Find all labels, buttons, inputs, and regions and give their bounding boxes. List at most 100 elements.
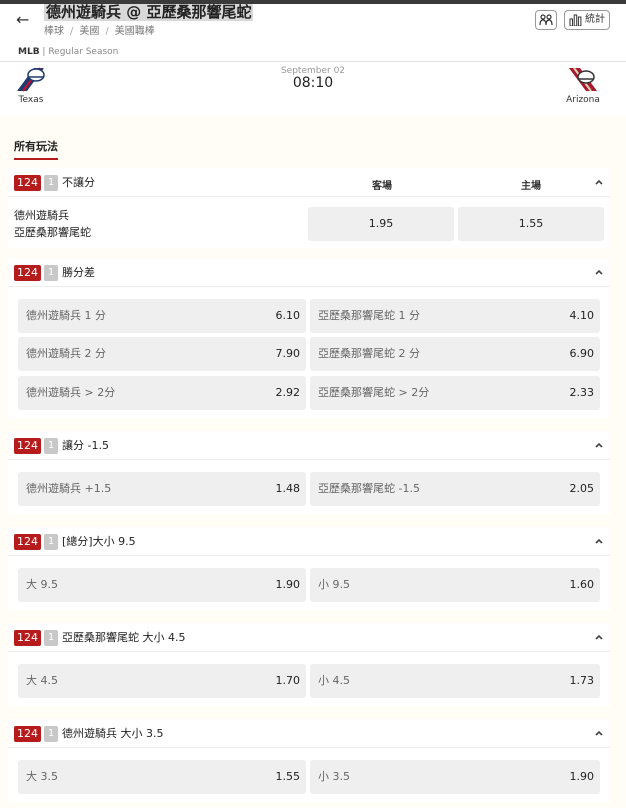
market-texas-total: 124 1 德州遊騎兵 大小 3.5 大 3.5 1.55 小 3.5 1.90: [8, 719, 610, 803]
market-count-badge: 1: [44, 726, 58, 742]
odds-value: 1.48: [275, 482, 301, 495]
market-id-badge: 124: [14, 265, 41, 281]
odds-value: 1.90: [569, 770, 595, 783]
column-header-away: 客場: [372, 181, 392, 192]
chevron-up-icon[interactable]: [594, 729, 604, 737]
odds-button[interactable]: 德州遊騎兵 +1.5 1.48: [18, 472, 306, 506]
chevron-up-icon[interactable]: [594, 178, 604, 186]
chevron-up-icon[interactable]: [594, 268, 604, 276]
odds-button[interactable]: 德州遊騎兵 1 分 6.10: [18, 299, 306, 333]
league-name: MLB: [18, 47, 40, 57]
breadcrumb-item[interactable]: 棒球: [44, 26, 64, 37]
odds-button[interactable]: 亞歷桑那響尾蛇 2 分 6.90: [310, 337, 600, 371]
market-header[interactable]: 124 1 亞歷桑那響尾蛇 大小 4.5: [8, 623, 610, 652]
market-total: 124 1 [總分]大小 9.5 大 9.5 1.90 小 9.5 1.60: [8, 527, 610, 611]
odds-button[interactable]: 亞歷桑那響尾蛇 1 分 4.10: [310, 299, 600, 333]
market-tabs: 所有玩法: [0, 132, 626, 160]
page-header: ← 德州遊騎兵 @ 亞歷桑那響尾蛇 棒球 / 美國 / 美國職棒 統計: [0, 4, 626, 44]
market-title: [總分]大小 9.5: [62, 535, 136, 548]
breadcrumb-item[interactable]: 美國職棒: [115, 26, 155, 37]
market-winning-margin: 124 1 勝分差 德州遊騎兵 1 分 6.10 亞歷桑那響尾蛇 1 分 4.1…: [8, 258, 610, 418]
market-header[interactable]: 124 1 [總分]大小 9.5: [8, 527, 610, 556]
market-id-badge: 124: [14, 175, 41, 191]
market-moneyline: 124 1 不讓分 客場 主場 德州遊騎兵 亞歷桑那響尾蛇 1.95 1.55: [8, 168, 610, 248]
match-summary: Texas September 02 08:10 Arizona: [0, 62, 626, 116]
breadcrumb-item[interactable]: 美國: [79, 26, 99, 37]
odds-button[interactable]: 大 4.5 1.70: [18, 664, 306, 698]
market-id-badge: 124: [14, 534, 41, 550]
odds-label: 大 9.5: [26, 578, 58, 591]
odds-value: 6.10: [275, 309, 301, 322]
market-title: 德州遊騎兵 大小 3.5: [62, 727, 164, 740]
match-time: 08:10: [292, 75, 334, 91]
market-count-badge: 1: [44, 265, 58, 281]
odds-value: 2.33: [569, 386, 595, 399]
stats-button[interactable]: 統計: [564, 10, 610, 30]
odds-button[interactable]: 大 9.5 1.90: [18, 568, 306, 602]
market-header[interactable]: 124 1 德州遊騎兵 大小 3.5: [8, 719, 610, 748]
odds-label: 小 3.5: [318, 770, 350, 783]
odds-button[interactable]: 1.55: [458, 207, 604, 241]
odds-button[interactable]: 小 9.5 1.60: [310, 568, 600, 602]
market-header[interactable]: 124 1 不讓分 客場 主場: [8, 168, 610, 197]
market-id-badge: 124: [14, 726, 41, 742]
odds-value: 7.90: [275, 347, 301, 360]
home-team-name: Texas: [18, 95, 44, 105]
odds-label: 亞歷桑那響尾蛇 1 分: [318, 309, 420, 322]
market-title: 不讓分: [62, 176, 95, 189]
market-header[interactable]: 124 1 讓分 -1.5: [8, 431, 610, 460]
odds-button[interactable]: 德州遊騎兵 > 2分 2.92: [18, 376, 306, 410]
odds-button[interactable]: 德州遊騎兵 2 分 7.90: [18, 337, 306, 371]
bar-chart-icon: [569, 14, 582, 26]
market-title: 亞歷桑那響尾蛇 大小 4.5: [62, 631, 186, 644]
away-team[interactable]: Arizona: [558, 62, 608, 105]
odds-value: 1.73: [569, 674, 595, 687]
breadcrumb: 棒球 / 美國 / 美國職棒: [44, 26, 155, 37]
market-count-badge: 1: [44, 175, 58, 191]
odds-label: 大 3.5: [26, 770, 58, 783]
odds-button[interactable]: 大 3.5 1.55: [18, 760, 306, 794]
odds-label: 德州遊騎兵 2 分: [26, 347, 106, 360]
odds-button[interactable]: 亞歷桑那響尾蛇 > 2分 2.33: [310, 376, 600, 410]
league-bar: MLB | Regular Season: [0, 44, 626, 62]
odds-label: 亞歷桑那響尾蛇 -1.5: [318, 482, 420, 495]
odds-value: 4.10: [569, 309, 595, 322]
lineup-button[interactable]: [535, 10, 557, 30]
stats-label: 統計: [585, 14, 605, 25]
odds-button[interactable]: 小 4.5 1.73: [310, 664, 600, 698]
market-title: 勝分差: [62, 266, 95, 279]
market-id-badge: 124: [14, 630, 41, 646]
team-label-home: 亞歷桑那響尾蛇: [14, 226, 91, 239]
odds-value: 1.70: [275, 674, 301, 687]
column-header-home: 主場: [521, 181, 541, 192]
baseball-helmet-icon: [569, 67, 597, 92]
market-arizona-total: 124 1 亞歷桑那響尾蛇 大小 4.5 大 4.5 1.70 小 4.5 1.…: [8, 623, 610, 707]
odds-button[interactable]: 小 3.5 1.90: [310, 760, 600, 794]
market-count-badge: 1: [44, 630, 58, 646]
chevron-up-icon[interactable]: [594, 537, 604, 545]
odds-value: 1.55: [275, 770, 301, 783]
odds-label: 亞歷桑那響尾蛇 2 分: [318, 347, 420, 360]
odds-button[interactable]: 亞歷桑那響尾蛇 -1.5 2.05: [310, 472, 600, 506]
chevron-up-icon[interactable]: [594, 633, 604, 641]
market-count-badge: 1: [44, 534, 58, 550]
odds-label: 德州遊騎兵 1 分: [26, 309, 106, 322]
market-id-badge: 124: [14, 438, 41, 454]
chevron-up-icon[interactable]: [594, 441, 604, 449]
market-count-badge: 1: [44, 438, 58, 454]
tab-all-markets[interactable]: 所有玩法: [14, 138, 58, 160]
odds-label: 小 9.5: [318, 578, 350, 591]
page-title: 德州遊騎兵 @ 亞歷桑那響尾蛇: [44, 3, 254, 21]
market-header[interactable]: 124 1 勝分差: [8, 258, 610, 287]
season-label: Regular Season: [48, 47, 119, 57]
odds-label: 亞歷桑那響尾蛇 > 2分: [318, 386, 430, 399]
odds-button[interactable]: 1.95: [308, 207, 454, 241]
odds-label: 大 4.5: [26, 674, 58, 687]
back-arrow-icon[interactable]: ←: [16, 10, 36, 30]
odds-value: 6.90: [569, 347, 595, 360]
lineup-icon: [539, 14, 553, 26]
market-title: 讓分 -1.5: [62, 439, 109, 452]
odds-value: 1.55: [518, 217, 544, 230]
odds-value: 1.90: [275, 578, 301, 591]
odds-label: 德州遊騎兵 > 2分: [26, 386, 116, 399]
